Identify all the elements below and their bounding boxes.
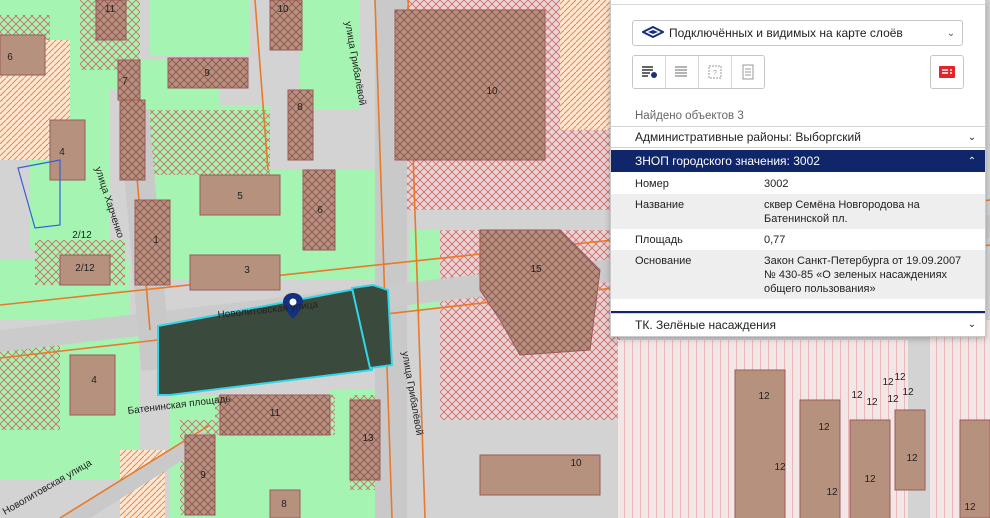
chevron-down-icon: ⌄ bbox=[967, 131, 977, 143]
detail-value: сквер Семёна Новгородова на Батенинской … bbox=[764, 199, 920, 225]
document-icon bbox=[742, 64, 754, 80]
section-green-plantings[interactable]: ТК. Зелёные насаждения ⌄ bbox=[611, 313, 985, 335]
building-label: 1 bbox=[153, 235, 159, 246]
list-icon bbox=[675, 66, 687, 77]
building-label: 8 bbox=[281, 499, 287, 510]
building-label: 15 bbox=[530, 264, 542, 275]
building-label: 9 bbox=[200, 470, 206, 481]
building-label: 10 bbox=[570, 458, 582, 469]
znop-details: Номер 3002 Название сквер Семёна Новгоро… bbox=[611, 173, 985, 313]
building-label: 4 bbox=[59, 147, 65, 158]
section-title: ЗНОП городского значения: 3002 bbox=[635, 154, 820, 168]
report-button[interactable] bbox=[930, 55, 964, 89]
layer-filter-value: Подключённых и видимых на карте слоёв bbox=[669, 26, 903, 40]
list-pin-icon bbox=[642, 66, 657, 78]
detail-row: Основание Закон Санкт-Петербурга от 19.0… bbox=[611, 250, 985, 299]
building-label: 12 bbox=[902, 387, 914, 398]
building-label: 6 bbox=[7, 52, 13, 63]
building-label: 10 bbox=[277, 4, 289, 15]
detail-value: Закон Санкт-Петербурга от 19.09.2007 № 4… bbox=[764, 255, 962, 295]
building-label: 12 bbox=[758, 391, 770, 402]
layers-icon bbox=[637, 26, 669, 40]
building-label: 4 bbox=[91, 375, 97, 386]
chevron-down-icon: ⌄ bbox=[967, 319, 977, 330]
panel-divider bbox=[611, 0, 985, 5]
building-label: 11 bbox=[105, 4, 116, 15]
detail-key: Основание bbox=[635, 255, 692, 267]
section-title: ТК. Зелёные насаждения bbox=[635, 317, 776, 332]
view-toolbar: ? bbox=[632, 55, 765, 89]
building-label: 12 bbox=[851, 390, 863, 401]
info-panel: Подключённых и видимых на карте слоёв ⌄ … bbox=[610, 0, 986, 337]
building-label: 5 bbox=[237, 191, 243, 202]
building-label: 2/12 bbox=[75, 263, 95, 274]
section-title: Административные районы: Выборгский bbox=[635, 130, 861, 144]
building-label: 11 bbox=[270, 408, 281, 419]
building-label: 12 bbox=[826, 487, 838, 498]
bbox-icon: ? bbox=[708, 65, 722, 79]
found-count: Найдено объектов 3 bbox=[635, 110, 744, 122]
list-button[interactable] bbox=[666, 56, 699, 88]
building-label: 12 bbox=[774, 462, 786, 473]
building-label: 12 bbox=[906, 453, 918, 464]
building-label: 12 bbox=[894, 372, 906, 383]
building-label: 3 bbox=[244, 265, 250, 276]
building-label: 8 bbox=[297, 102, 303, 113]
list-pin-button[interactable] bbox=[633, 56, 666, 88]
detail-row: Площадь 0,77 bbox=[611, 229, 985, 250]
building-label: 12 bbox=[866, 397, 878, 408]
detail-row: Название сквер Семёна Новгородова на Бат… bbox=[611, 194, 985, 229]
layer-filter-select[interactable]: Подключённых и видимых на карте слоёв ⌄ bbox=[632, 20, 963, 46]
chevron-down-icon: ⌄ bbox=[946, 27, 956, 39]
detail-key: Номер bbox=[635, 178, 669, 190]
building-label: 13 bbox=[362, 433, 374, 444]
building-label: 2/12 bbox=[72, 230, 92, 241]
document-button[interactable] bbox=[732, 56, 764, 88]
bbox-button[interactable]: ? bbox=[699, 56, 732, 88]
section-admin-districts[interactable]: Административные районы: Выборгский ⌄ bbox=[611, 126, 985, 148]
building-label: 12 bbox=[818, 422, 830, 433]
building-label: 9 bbox=[204, 68, 210, 79]
section-znop[interactable]: ЗНОП городского значения: 3002 ⌃ bbox=[611, 150, 985, 172]
report-icon bbox=[939, 66, 955, 78]
building-label: 12 bbox=[964, 502, 976, 513]
building-label: 12 bbox=[882, 377, 894, 388]
chevron-up-icon: ⌃ bbox=[967, 155, 977, 167]
svg-text:?: ? bbox=[713, 70, 717, 77]
detail-key: Название bbox=[635, 199, 685, 211]
detail-value: 3002 bbox=[764, 178, 789, 190]
building-label: 12 bbox=[887, 394, 899, 405]
building-label: 6 bbox=[317, 205, 323, 216]
building-label: 7 bbox=[122, 76, 128, 87]
detail-row: Номер 3002 bbox=[611, 173, 985, 194]
building-label: 10 bbox=[486, 86, 498, 97]
building-label: 12 bbox=[864, 474, 876, 485]
detail-value: 0,77 bbox=[764, 234, 786, 246]
detail-key: Площадь bbox=[635, 234, 683, 246]
